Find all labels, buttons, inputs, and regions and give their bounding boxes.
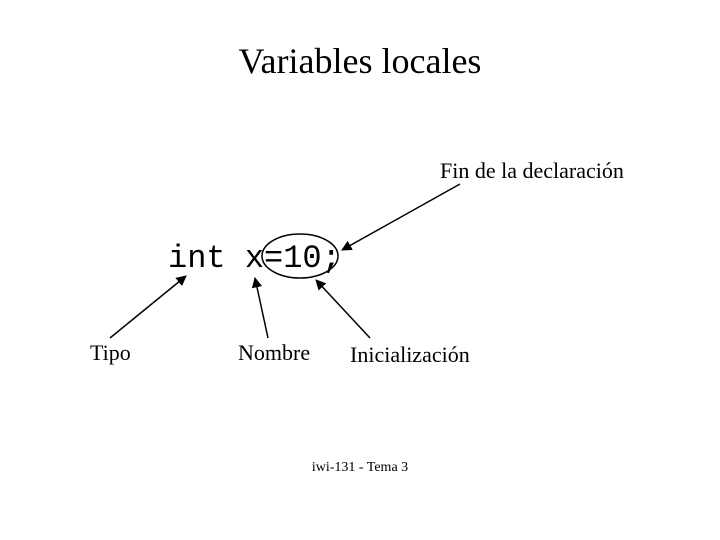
- slide-title: Variables locales: [0, 40, 720, 82]
- slide-footer: iwi-131 - Tema 3: [0, 460, 720, 476]
- arrow-nombre: [255, 278, 268, 338]
- label-inicializacion: Inicialización: [350, 342, 470, 368]
- label-fin-declaracion: Fin de la declaración: [440, 158, 624, 184]
- arrow-fin: [342, 184, 460, 250]
- label-nombre: Nombre: [238, 340, 310, 366]
- code-example: int x=10;: [168, 240, 341, 277]
- arrow-tipo: [110, 276, 186, 338]
- label-tipo: Tipo: [90, 340, 131, 366]
- arrow-inic: [316, 280, 370, 338]
